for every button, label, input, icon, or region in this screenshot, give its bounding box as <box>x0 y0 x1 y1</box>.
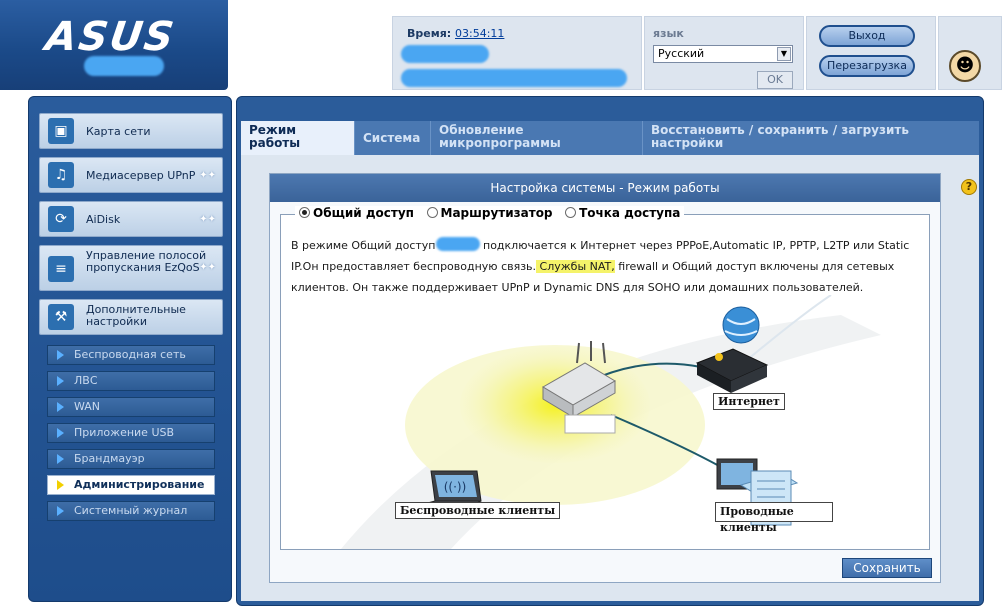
sidebar-item-media-server[interactable]: ♫ Медиасервер UPnP ✦✦ <box>39 157 223 193</box>
sidebar-sub-administration[interactable]: Администрирование <box>47 475 215 495</box>
tab-bar: Режим работы Система Обновление микропро… <box>241 121 979 155</box>
tab-system[interactable]: Система <box>355 121 431 155</box>
header: ASUS Время: 03:54:11 язык Русский ▼ OK В… <box>0 0 1005 96</box>
language-select[interactable]: Русский ▼ <box>653 45 793 63</box>
mode-option-label: Маршрутизатор <box>440 206 553 220</box>
ok-button[interactable]: OK <box>757 71 793 89</box>
redacted-blur <box>401 45 489 63</box>
description-text: В режиме Общий доступ <box>291 239 436 252</box>
network-diagram: ((·)) Интернет Беспроводные клиенты Пров… <box>281 294 929 549</box>
sidebar-sub-label: Беспроводная сеть <box>74 348 186 361</box>
sidebar-item-advanced[interactable]: ⚒ Дополнительные настройки <box>39 299 223 335</box>
redacted-blur <box>435 237 480 251</box>
help-icon[interactable]: ? <box>961 179 977 195</box>
tab-operation-mode[interactable]: Режим работы <box>241 121 355 155</box>
time-label: Время: <box>407 27 452 40</box>
mascot-face-icon: ☻ <box>949 50 981 82</box>
sidebar-sub-label: WAN <box>74 400 101 413</box>
main-panel: Режим работы Система Обновление микропро… <box>236 96 984 606</box>
sidebar-item-label: AiDisk <box>86 213 121 226</box>
chevron-down-icon[interactable]: ▼ <box>777 47 791 61</box>
sidebar: ▣ Карта сети ♫ Медиасервер UPnP ✦✦ ⟳ AiD… <box>28 96 232 602</box>
radio-unchecked-icon[interactable] <box>565 207 577 218</box>
radio-unchecked-icon[interactable] <box>426 207 438 218</box>
stars-icon: ✦✦ <box>199 262 216 273</box>
sidebar-sub-label: Администрирование <box>74 478 205 491</box>
sidebar-item-network-map[interactable]: ▣ Карта сети <box>39 113 223 149</box>
radio-checked-icon[interactable] <box>299 207 310 218</box>
triangle-right-icon <box>57 480 64 490</box>
network-map-icon: ▣ <box>48 118 74 144</box>
panel-title: Настройка системы - Режим работы <box>270 174 940 202</box>
mode-description: В режиме Общий доступ подключается к Инт… <box>291 235 921 298</box>
logout-button[interactable]: Выход <box>819 25 915 47</box>
logo-area: ASUS <box>0 0 228 90</box>
sidebar-item-label: Медиасервер UPnP <box>86 169 196 182</box>
sidebar-sub-lan[interactable]: ЛВС <box>47 371 215 391</box>
redacted-blur <box>401 69 627 87</box>
triangle-right-icon <box>57 402 64 412</box>
reboot-button[interactable]: Перезагрузка <box>819 55 915 77</box>
sidebar-item-label: Карта сети <box>86 125 151 138</box>
save-button[interactable]: Сохранить <box>842 558 932 578</box>
sidebar-sub-syslog[interactable]: Системный журнал <box>47 501 215 521</box>
sidebar-sub-wan[interactable]: WAN <box>47 397 215 417</box>
language-selected-value: Русский <box>658 47 705 60</box>
language-label: язык <box>653 27 684 40</box>
triangle-right-icon <box>57 376 64 386</box>
sidebar-item-aidisk[interactable]: ⟳ AiDisk ✦✦ <box>39 201 223 237</box>
qos-icon: ≡ <box>48 256 74 282</box>
highlighted-text: Службы NAT, <box>536 260 615 273</box>
sidebar-sub-usb[interactable]: Приложение USB <box>47 423 215 443</box>
mode-option-router[interactable]: Маршрутизатор <box>426 206 553 220</box>
sidebar-item-label: Дополнительные настройки <box>86 303 186 328</box>
language-panel: язык Русский ▼ OK <box>644 16 804 90</box>
mode-option-access-point[interactable]: Точка доступа <box>565 206 680 220</box>
sidebar-sub-label: ЛВС <box>74 374 98 387</box>
stars-icon: ✦✦ <box>199 170 216 181</box>
operation-mode-panel: Настройка системы - Режим работы Общий д… <box>269 173 941 583</box>
sidebar-sub-label: Приложение USB <box>74 426 175 439</box>
redacted-blur <box>84 56 164 76</box>
sidebar-sub-label: Брандмауэр <box>74 452 145 465</box>
mode-option-label: Общий доступ <box>313 206 414 220</box>
tab-restore-save-load[interactable]: Восстановить / сохранить / загрузить нас… <box>643 121 979 155</box>
internet-label: Интернет <box>713 393 785 410</box>
mascot-panel: ☻ <box>938 16 1002 90</box>
sidebar-sub-firewall[interactable]: Брандмауэр <box>47 449 215 469</box>
time-link[interactable]: 03:54:11 <box>455 27 504 40</box>
mode-fieldset: Общий доступ Маршрутизатор Точка доступа… <box>280 206 930 550</box>
sidebar-item-ezqos[interactable]: ≡ Управление полосой пропускания EzQoS ✦… <box>39 245 223 291</box>
stars-icon: ✦✦ <box>199 214 216 225</box>
sidebar-sub-label: Системный журнал <box>74 504 188 517</box>
tab-firmware-upgrade[interactable]: Обновление микропрограммы <box>431 121 643 155</box>
mode-option-gateway[interactable]: Общий доступ <box>299 206 414 220</box>
mode-radio-group: Общий доступ Маршрутизатор Точка доступа <box>295 206 685 220</box>
triangle-right-icon <box>57 454 64 464</box>
triangle-right-icon <box>57 350 64 360</box>
mode-option-label: Точка доступа <box>579 206 681 220</box>
sidebar-sub-wireless[interactable]: Беспроводная сеть <box>47 345 215 365</box>
svg-text:((·)): ((·)) <box>444 480 467 494</box>
content-area: ? Настройка системы - Режим работы Общий… <box>241 155 979 601</box>
action-panel: Выход Перезагрузка <box>806 16 936 90</box>
aidisk-icon: ⟳ <box>48 206 74 232</box>
asus-logo: ASUS <box>42 14 179 60</box>
sidebar-item-label: Управление полосой пропускания EzQoS <box>86 249 207 274</box>
wired-clients-label: Проводные клиенты <box>715 502 833 534</box>
wireless-clients-label: Беспроводные клиенты <box>395 502 561 519</box>
tools-icon: ⚒ <box>48 304 74 330</box>
triangle-right-icon <box>57 506 64 516</box>
info-panel: Время: 03:54:11 <box>392 16 642 90</box>
triangle-right-icon <box>57 428 64 438</box>
media-server-icon: ♫ <box>48 162 74 188</box>
